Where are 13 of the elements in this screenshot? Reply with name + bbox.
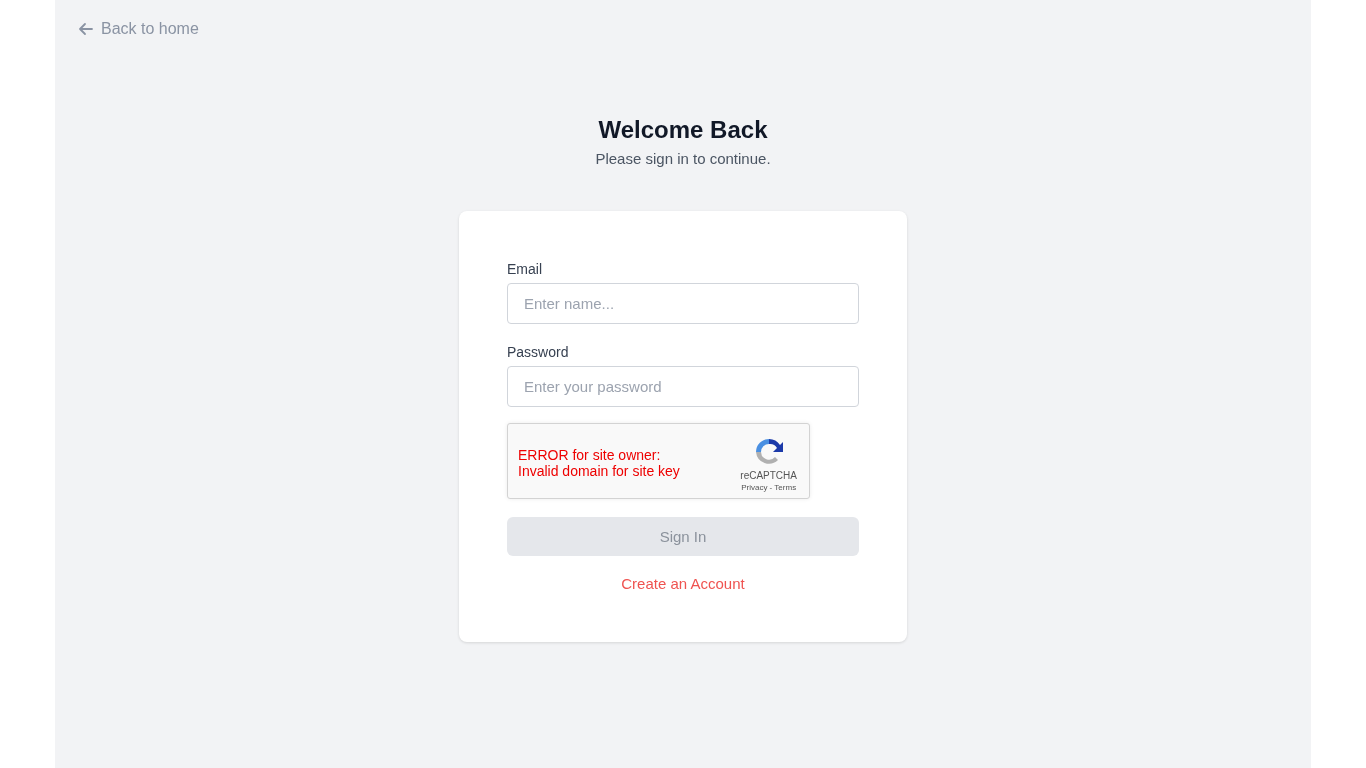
back-link[interactable]: Back to home xyxy=(78,20,199,38)
input-field[interactable]: Enter your password xyxy=(507,366,859,407)
arrow-left-icon xyxy=(78,21,94,37)
field-label: Email xyxy=(507,261,543,277)
page-subtitle: Please sign in to continue. xyxy=(595,150,771,167)
page-title: Welcome Back xyxy=(598,116,768,144)
input-field[interactable]: Enter name... xyxy=(507,283,859,324)
captcha-error: Invalid domain for site key xyxy=(518,463,680,479)
privacy-terms-link[interactable]: Privacy - Terms xyxy=(741,483,797,492)
recaptcha-label: reCAPTCHA xyxy=(740,470,797,481)
field-label: Password xyxy=(507,344,570,360)
create-account-link[interactable]: Create an Account xyxy=(621,575,745,592)
captcha-error: ERROR for site owner: xyxy=(518,447,662,463)
